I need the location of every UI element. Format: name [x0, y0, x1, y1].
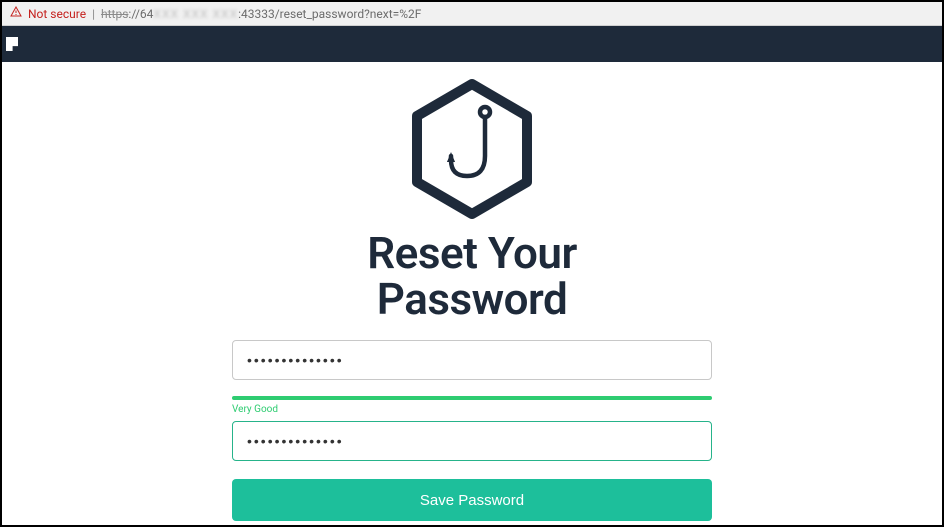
not-secure-label: Not secure — [28, 7, 86, 21]
save-password-button[interactable]: Save Password — [232, 479, 712, 521]
url-port: :43333 — [238, 7, 275, 21]
password-strength-bar — [232, 396, 712, 400]
reset-password-form: Very Good Save Password — [232, 340, 712, 521]
site-logo-icon[interactable] — [6, 37, 18, 51]
url-host: 64 — [140, 7, 154, 21]
title-line-2: Password — [377, 273, 567, 325]
top-nav-bar — [2, 26, 942, 62]
url-separator: | — [92, 7, 95, 21]
new-password-input[interactable] — [232, 340, 712, 380]
browser-address-bar: Not secure | https://64XXX XXX XXX:43333… — [2, 2, 942, 26]
url-scheme: https — [101, 7, 128, 21]
url-sep: :// — [128, 7, 140, 21]
page-title: Reset Your Password — [367, 230, 577, 322]
url-blurred: XXX XXX XXX — [153, 7, 238, 21]
title-line-1: Reset Your — [367, 227, 577, 279]
hexagon-hook-logo — [397, 74, 547, 224]
url-display[interactable]: https://64XXX XXX XXX:43333/reset_passwo… — [101, 7, 421, 21]
url-path: /reset_password?next=%2F — [275, 7, 422, 21]
password-strength-label: Very Good — [232, 404, 712, 415]
confirm-password-input[interactable] — [232, 421, 712, 461]
main-content: Reset Your Password Very Good Save Passw… — [2, 62, 942, 521]
warning-icon — [10, 6, 22, 21]
